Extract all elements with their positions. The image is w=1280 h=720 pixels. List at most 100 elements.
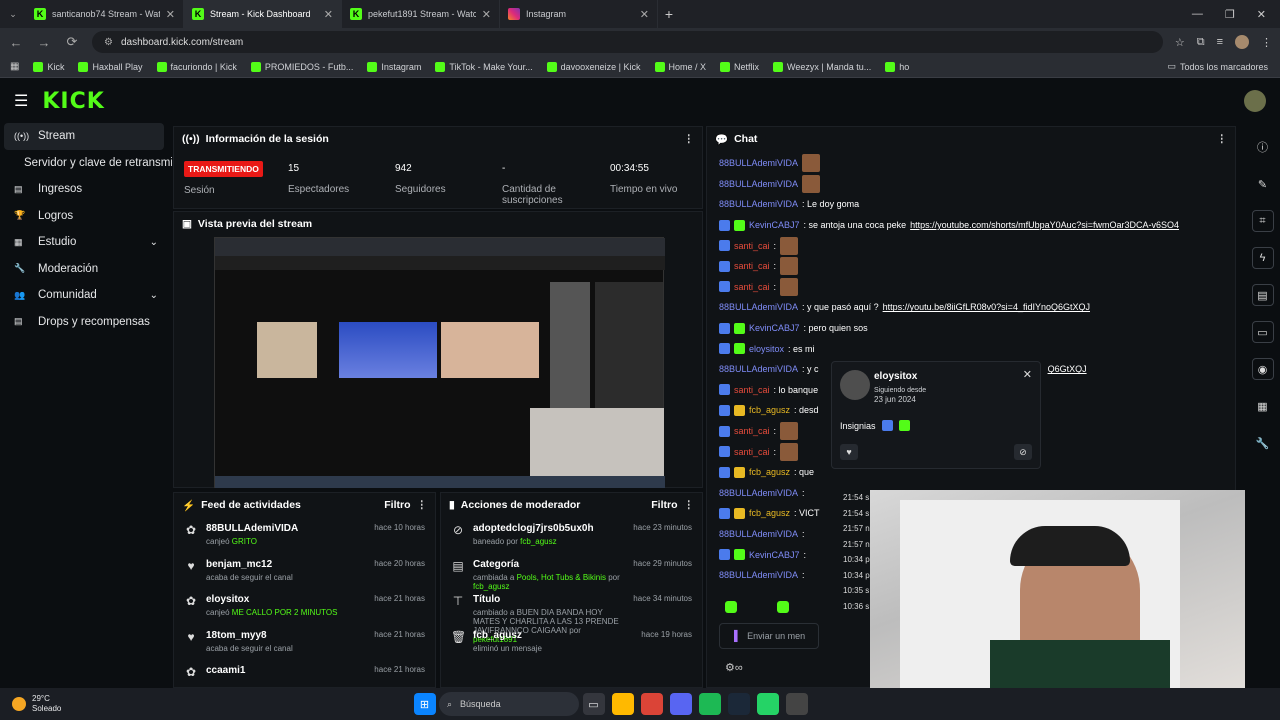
item-name[interactable]: eloysitox [206,594,366,605]
weather-widget[interactable]: 29°C Soleado [0,694,410,714]
chat-message[interactable]: santi_cai: [719,277,1229,298]
item-name[interactable]: adoptedclogj7jrs0b5ux0h [473,523,625,534]
close-tab-icon[interactable]: ✕ [166,8,175,21]
chrome-icon[interactable] [640,693,663,715]
sidebar-item[interactable]: 👥 Comunidad ⌄ [0,282,172,309]
all-bookmarks-folder[interactable]: ▭ Todos los marcadores [1167,61,1280,72]
close-tab-icon[interactable]: ✕ [640,8,649,21]
close-window-icon[interactable]: ✕ [1257,8,1266,21]
reload-icon[interactable]: ⟳ [64,34,80,50]
chat-username[interactable]: 88BULLAdemiVIDA [719,158,798,168]
chat-message[interactable]: KevinCABJ7: se antoja una coca peke http… [719,215,1229,236]
app-icon[interactable] [785,693,808,715]
new-tab-button[interactable]: + [658,6,680,22]
chat-username[interactable]: 88BULLAdemiVIDA [719,488,798,498]
bookmark-item[interactable]: TikTok - Make Your... [435,61,533,72]
bookmark-item[interactable]: Instagram [367,61,421,72]
chat-username[interactable]: santi_cai [734,241,770,251]
follow-heart-button[interactable]: ♥ [840,444,858,460]
apps-icon[interactable]: ▦ [10,61,19,72]
chat-input[interactable]: ▌ Enviar un men [719,623,819,649]
chat-username[interactable]: KevinCABJ7 [749,220,800,230]
steam-icon[interactable] [727,693,750,715]
menu-icon[interactable]: ⋮ [1261,36,1272,49]
bookmark-item[interactable]: Weezyx | Manda tu... [773,61,871,72]
media-icon[interactable]: ≡ [1217,36,1223,48]
item-name[interactable]: 88BULLAdemiVIDA [206,523,366,534]
chat-username[interactable]: santi_cai [734,385,770,395]
bookmark-item[interactable]: facuriondo | Kick [156,61,237,72]
chat-username[interactable]: santi_cai [734,447,770,457]
chat-username[interactable]: santi_cai [734,261,770,271]
extensions-icon[interactable]: ⧉ [1197,36,1205,49]
mod-actions-button[interactable]: ⊘ [1014,444,1032,460]
item-name[interactable]: Categoría [473,559,625,570]
info-icon[interactable]: ⓘ [1252,136,1274,158]
chat-username[interactable]: 88BULLAdemiVIDA [719,529,798,539]
kick-logo[interactable]: KICK [42,89,104,114]
bookmark-item[interactable]: Home / X [654,61,706,72]
browser-tab[interactable]: Ksanticanob74 Stream - Watch L ✕ [26,0,184,28]
chat-message[interactable]: eloysitox: es mi [719,338,1229,359]
browser-tab[interactable]: Instagram ✕ [500,0,658,28]
chat-username[interactable]: 88BULLAdemiVIDA [719,364,798,374]
chat-message[interactable]: 88BULLAdemiVIDA [719,153,1229,174]
browser-tab[interactable]: Kpekefut1891 Stream - Watch L ✕ [342,0,500,28]
bookmark-item[interactable]: Kick [33,61,64,72]
item-name[interactable]: 18tom_myy8 [206,630,366,641]
task-view-icon[interactable]: ▭ [582,693,605,715]
chat-username[interactable]: KevinCABJ7 [749,550,800,560]
item-name[interactable]: Título [473,594,625,605]
chat-username[interactable]: 88BULLAdemiVIDA [719,570,798,580]
broadcast-toggle-icon[interactable]: ◉ [1251,358,1274,380]
chat-link[interactable]: https://youtube.com/shorts/mfUbpaY0Auc?s… [910,220,1179,230]
chat-message[interactable]: 88BULLAdemiVIDA: Le doy goma [719,194,1229,215]
discord-icon[interactable] [669,693,692,715]
sidebar-item[interactable]: ((•)) Stream [4,123,164,150]
mod-filter-button[interactable]: Filtro [651,499,677,511]
browser-tab[interactable]: K Stream - Kick Dashboard ✕ [184,0,342,28]
chevron-down-icon[interactable]: ⌄ [150,290,158,301]
chat-message[interactable]: 88BULLAdemiVIDA [719,174,1229,195]
site-info-icon[interactable]: ⚙ [104,37,113,48]
chat-menu-icon[interactable]: ⋮ [1217,133,1228,145]
chat-message[interactable]: KevinCABJ7: pero quien sos [719,318,1229,339]
chat-message[interactable]: santi_cai: [719,256,1229,277]
chat-bubble-icon[interactable]: ▭ [1251,321,1274,343]
item-name[interactable]: fcb_agusz [473,630,633,641]
back-icon[interactable]: ← [8,35,24,50]
emote-icon[interactable] [725,601,737,613]
profile-avatar[interactable] [1235,35,1249,49]
chat-username[interactable]: 88BULLAdemiVIDA [719,199,798,209]
chat-settings-icon[interactable]: ⚙∞ [725,661,743,674]
chat-username[interactable]: fcb_agusz [749,405,790,415]
feed-menu-icon[interactable]: ⋮ [417,499,428,511]
url-field[interactable]: ⚙ dashboard.kick.com/stream [92,31,1163,53]
edit-icon[interactable]: ✎ [1252,173,1274,195]
stream-preview-video[interactable] [214,237,665,488]
lightning-icon[interactable]: ϟ [1251,247,1274,269]
tab-list-icon[interactable]: ⌄ [0,9,26,20]
close-tab-icon[interactable]: ✕ [324,8,333,21]
chat-username[interactable]: fcb_agusz [749,467,790,477]
close-card-icon[interactable]: ✕ [1023,368,1032,381]
chat-message[interactable]: santi_cai: [719,235,1229,256]
sidebar-item[interactable]: 🔧 Moderación [0,256,172,283]
bookmark-item[interactable]: davooxeneize | Kick [546,61,641,72]
chat-username[interactable]: 88BULLAdemiVIDA [719,302,798,312]
chat-message[interactable]: 88BULLAdemiVIDA: y que pasó aquí ? https… [719,297,1229,318]
feed-filter-button[interactable]: Filtro [384,499,410,511]
mic-icon[interactable]: ▌ [734,631,741,642]
chat-username[interactable]: santi_cai [734,426,770,436]
chat-link[interactable]: Q6GtXQJ [1048,364,1087,374]
chat-username[interactable]: 88BULLAdemiVIDA [719,179,798,189]
chat-link[interactable]: https://youtu.be/8iiGfLR08v0?si=4_fidIYn… [883,302,1090,312]
files-icon[interactable] [611,693,634,715]
chat-username[interactable]: eloysitox [749,344,784,354]
spotify-icon[interactable] [698,693,721,715]
bookmark-star-icon[interactable]: ☆ [1175,36,1185,49]
close-tab-icon[interactable]: ✕ [482,8,491,21]
forward-icon[interactable]: → [36,35,52,50]
maximize-icon[interactable]: ❐ [1225,8,1235,21]
minimize-icon[interactable]: — [1192,8,1203,21]
